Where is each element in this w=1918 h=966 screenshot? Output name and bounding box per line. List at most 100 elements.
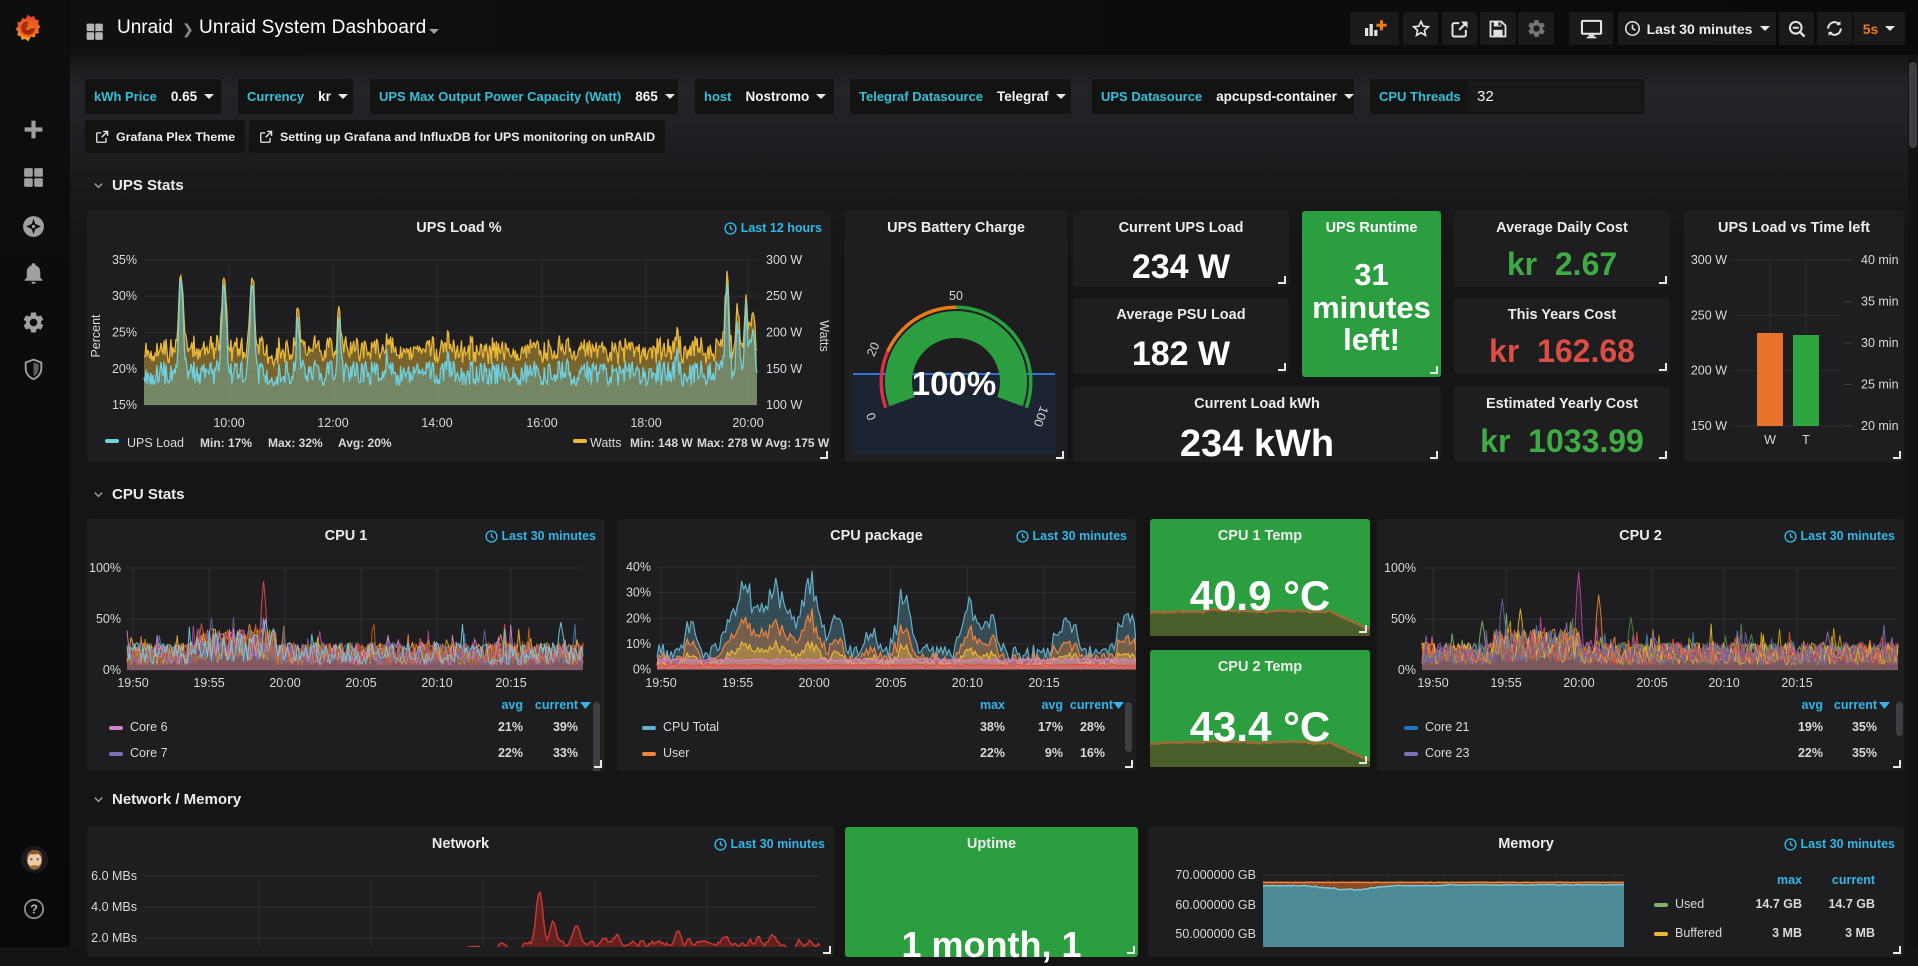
- svg-text:20:05: 20:05: [875, 676, 906, 690]
- svg-text:38%: 38%: [980, 720, 1005, 734]
- svg-text:20:10: 20:10: [421, 676, 452, 690]
- svg-text:20:00: 20:00: [1563, 676, 1594, 690]
- svg-text:150 W: 150 W: [766, 362, 802, 376]
- svg-text:19%: 19%: [1798, 720, 1823, 734]
- svg-text:35%: 35%: [112, 253, 137, 267]
- svg-text:Min: 148 W: Min: 148 W: [630, 436, 693, 450]
- svg-text:Avg: 20%: Avg: 20%: [338, 436, 392, 450]
- svg-text:70.000000 GB: 70.000000 GB: [1175, 868, 1256, 882]
- svg-text:9%: 9%: [1045, 746, 1063, 760]
- svg-text:0%: 0%: [103, 663, 121, 677]
- svg-text:250 W: 250 W: [1691, 308, 1727, 322]
- svg-text:35%: 35%: [1852, 746, 1877, 760]
- svg-text:Used: Used: [1675, 897, 1704, 911]
- svg-text:35 min: 35 min: [1861, 295, 1899, 309]
- svg-text:39%: 39%: [553, 720, 578, 734]
- svg-text:40 min: 40 min: [1861, 253, 1899, 267]
- svg-text:10%: 10%: [626, 637, 651, 651]
- svg-text:19:55: 19:55: [1490, 676, 1521, 690]
- svg-text:14.7 GB: 14.7 GB: [1755, 897, 1802, 911]
- svg-text:100 W: 100 W: [766, 398, 802, 412]
- svg-text:15%: 15%: [112, 398, 137, 412]
- svg-text:6.0 MBs: 6.0 MBs: [91, 869, 137, 883]
- svg-text:50%: 50%: [1391, 612, 1416, 626]
- svg-text:3 MB: 3 MB: [1845, 926, 1875, 940]
- svg-text:max: max: [1777, 873, 1802, 887]
- svg-text:avg: avg: [501, 698, 523, 712]
- svg-text:18:00: 18:00: [630, 416, 661, 430]
- svg-text:19:55: 19:55: [722, 676, 753, 690]
- svg-text:20:10: 20:10: [1708, 676, 1739, 690]
- svg-text:0%: 0%: [1398, 663, 1416, 677]
- svg-text:30 min: 30 min: [1861, 336, 1899, 350]
- svg-text:35%: 35%: [1852, 720, 1877, 734]
- svg-text:Core 23: Core 23: [1425, 746, 1470, 760]
- svg-text:T: T: [1802, 433, 1810, 447]
- svg-text:current: current: [1070, 698, 1114, 712]
- svg-text:17%: 17%: [1038, 720, 1063, 734]
- svg-text:20:15: 20:15: [1781, 676, 1812, 690]
- svg-text:21%: 21%: [498, 720, 523, 734]
- svg-text:14:00: 14:00: [421, 416, 452, 430]
- svg-text:19:50: 19:50: [117, 676, 148, 690]
- svg-text:20 min: 20 min: [1861, 419, 1899, 433]
- svg-text:19:50: 19:50: [1417, 676, 1448, 690]
- svg-text:33%: 33%: [553, 746, 578, 760]
- svg-text:current: current: [1832, 873, 1876, 887]
- svg-text:2.0 MBs: 2.0 MBs: [91, 931, 137, 945]
- svg-text:Watts: Watts: [590, 436, 621, 450]
- svg-text:10:00: 10:00: [213, 416, 244, 430]
- svg-text:150 W: 150 W: [1691, 419, 1727, 433]
- svg-text:Percent: Percent: [89, 314, 103, 358]
- svg-text:50.000000 GB: 50.000000 GB: [1175, 927, 1256, 941]
- svg-text:100%: 100%: [1384, 561, 1416, 575]
- svg-text:Avg: 175 W: Avg: 175 W: [765, 436, 830, 450]
- svg-text:19:50: 19:50: [645, 676, 676, 690]
- svg-text:16%: 16%: [1080, 746, 1105, 760]
- svg-text:30%: 30%: [626, 586, 651, 600]
- svg-text:20%: 20%: [626, 611, 651, 625]
- svg-text:UPS Load: UPS Load: [127, 436, 184, 450]
- svg-text:Buffered: Buffered: [1675, 926, 1722, 940]
- svg-text:22%: 22%: [498, 746, 523, 760]
- svg-text:0%: 0%: [633, 663, 651, 677]
- svg-text:20:15: 20:15: [1028, 676, 1059, 690]
- svg-text:Min: 17%: Min: 17%: [200, 436, 252, 450]
- svg-text:20:05: 20:05: [345, 676, 376, 690]
- svg-text:25 min: 25 min: [1861, 378, 1899, 392]
- svg-text:CPU Total: CPU Total: [663, 720, 719, 734]
- svg-text:30%: 30%: [112, 289, 137, 303]
- svg-text:W: W: [1764, 433, 1776, 447]
- svg-text:200 W: 200 W: [1691, 364, 1727, 378]
- svg-text:20:10: 20:10: [952, 676, 983, 690]
- svg-text:20:00: 20:00: [269, 676, 300, 690]
- svg-text:20%: 20%: [112, 362, 137, 376]
- svg-text:19:55: 19:55: [193, 676, 224, 690]
- svg-text:current: current: [535, 698, 579, 712]
- svg-text:avg: avg: [1041, 698, 1063, 712]
- svg-text:16:00: 16:00: [526, 416, 557, 430]
- svg-text:22%: 22%: [1798, 746, 1823, 760]
- svg-text:Core 7: Core 7: [130, 746, 168, 760]
- svg-text:28%: 28%: [1080, 720, 1105, 734]
- svg-text:4.0 MBs: 4.0 MBs: [91, 900, 137, 914]
- svg-text:avg: avg: [1801, 698, 1823, 712]
- svg-text:50: 50: [949, 289, 963, 303]
- svg-text:20:15: 20:15: [495, 676, 526, 690]
- svg-text:12:00: 12:00: [317, 416, 348, 430]
- svg-text:25%: 25%: [112, 326, 137, 340]
- svg-text:?: ?: [30, 902, 38, 917]
- svg-text:max: max: [980, 698, 1005, 712]
- svg-text:User: User: [663, 746, 689, 760]
- svg-text:100%: 100%: [912, 365, 996, 402]
- svg-text:Watts: Watts: [817, 320, 831, 351]
- svg-text:Core 21: Core 21: [1425, 720, 1470, 734]
- svg-text:40%: 40%: [626, 560, 651, 574]
- svg-text:50%: 50%: [96, 612, 121, 626]
- svg-text:20:05: 20:05: [1636, 676, 1667, 690]
- svg-text:Max: 32%: Max: 32%: [268, 436, 323, 450]
- svg-text:60.000000 GB: 60.000000 GB: [1175, 898, 1256, 912]
- svg-text:20:00: 20:00: [799, 676, 830, 690]
- svg-text:Core 6: Core 6: [130, 720, 168, 734]
- svg-text:22%: 22%: [980, 746, 1005, 760]
